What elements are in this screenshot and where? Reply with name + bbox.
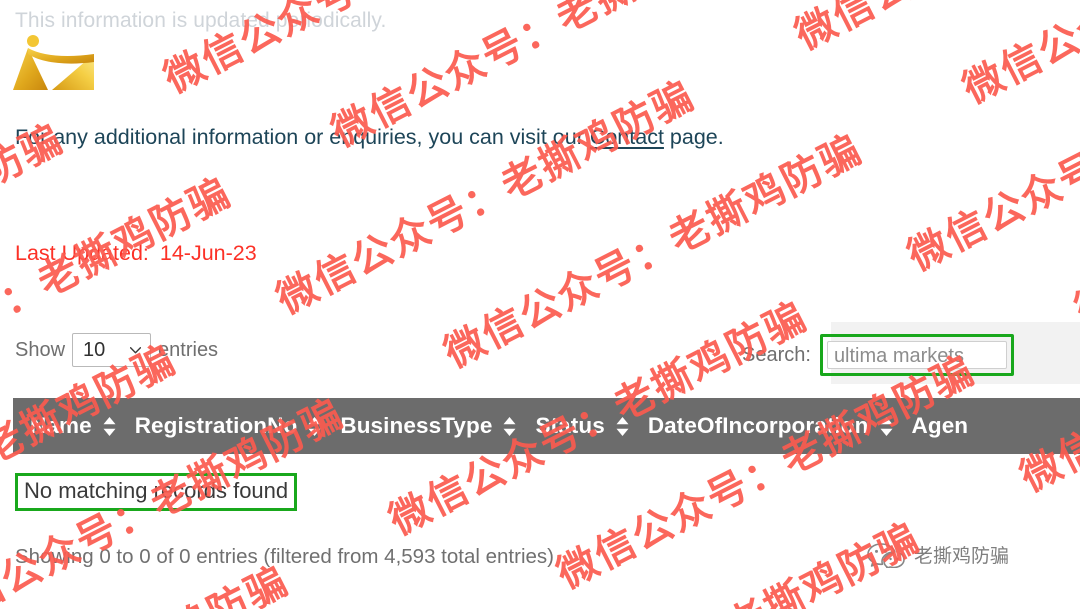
column-header-label: Agen [911,413,969,438]
wechat-icon [867,542,905,568]
column-header-businesstype[interactable]: BusinessType [340,413,535,439]
enquiry-prefix: For any additional information or enquir… [15,125,590,149]
column-header-name[interactable]: Name [30,413,135,439]
intro-text: This information is updated periodically… [15,9,387,32]
column-header-dateofincorporation[interactable]: DateOfIncorporation [648,413,912,439]
chevron-down-icon [130,347,142,354]
table-header-row: Name RegistrationNo BusinessType Status … [13,398,1080,454]
wechat-badge-label: 老撕鸡防骗 [914,545,1010,567]
sort-arrows-icon [616,416,629,436]
datatable-length-control: Show 10 entries [15,333,218,367]
datatable-filter-control: Search: ultima markets [742,334,1014,376]
column-header-label: RegistrationNo [134,413,298,438]
column-header-label: DateOfIncorporation [647,413,869,438]
column-header-label: BusinessType [340,413,493,438]
wechat-badge: 老撕鸡防骗 [866,541,1009,568]
sort-arrows-icon [103,416,116,436]
no-records-message: No matching records found [15,473,298,511]
entries-per-page-value: 10 [83,338,106,361]
column-header-agent[interactable]: Agen [912,413,969,439]
entries-per-page-select[interactable]: 10 [72,333,152,367]
column-header-label: Status [535,413,605,438]
sort-arrows-icon [880,416,892,436]
results-table: Name RegistrationNo BusinessType Status … [13,398,1080,454]
column-header-label: Name [30,413,92,438]
search-input[interactable]: ultima markets [826,341,1007,369]
enquiry-text: For any additional information or enquir… [15,125,724,150]
last-updated-value: 14-Jun-23 [159,241,257,265]
entries-label: entries [158,338,219,361]
search-label: Search: [742,343,811,366]
last-updated-label: Last Updated: [15,241,149,265]
datatable-info: Showing 0 to 0 of 0 entries (filtered fr… [15,545,554,568]
last-updated: Last Updated: 14-Jun-23 [15,241,257,266]
column-header-status[interactable]: Status [535,413,647,439]
content-layer: This information is updated periodically… [0,0,1080,609]
sort-arrows-icon [503,416,516,436]
contact-link[interactable]: Contact [590,125,664,149]
show-label: Show [15,338,66,361]
column-header-registrationno[interactable]: RegistrationNo [135,413,341,439]
enquiry-suffix: page. [663,125,724,149]
page-root: This information is updated periodically… [0,0,1080,609]
search-highlight-box: ultima markets [819,334,1014,376]
gold-triangle-logo [8,32,113,92]
sort-arrows-icon [308,416,321,436]
